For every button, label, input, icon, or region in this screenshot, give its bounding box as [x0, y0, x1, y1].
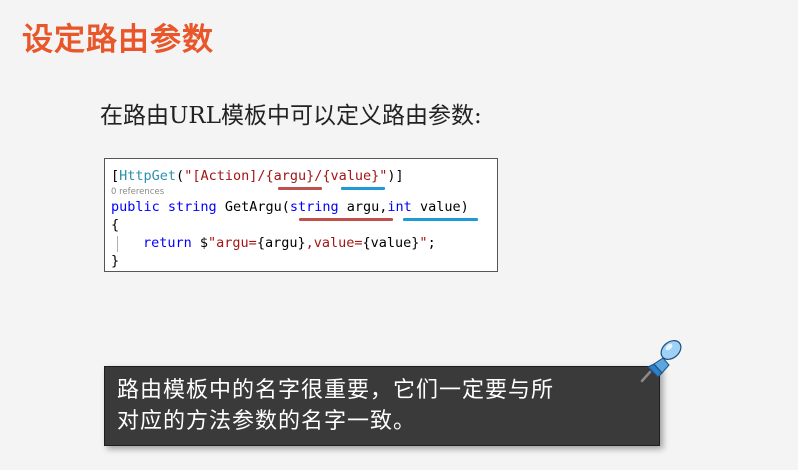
- code-token-str1: "argu=: [208, 235, 257, 251]
- code-token-param2-name: value): [411, 199, 469, 215]
- underline-route-value: [341, 187, 385, 190]
- code-token-bracket: [: [111, 168, 120, 184]
- underline-param-value: [403, 218, 478, 221]
- pushpin-icon: [640, 340, 682, 383]
- callout-note-line-1: 路由模板中的名字很重要，它们一定要与所: [117, 378, 555, 403]
- code-token-public: public: [111, 199, 160, 215]
- code-token-param1-name: argu,: [338, 199, 388, 215]
- callout-note: 路由模板中的名字很重要，它们一定要与所 对应的方法参数的名字一致。: [104, 366, 660, 446]
- code-token-paren-close: )]: [387, 168, 404, 184]
- code-token-return-type: string: [167, 199, 217, 215]
- code-brace-open: {: [111, 217, 120, 233]
- indent-guide: [117, 236, 118, 252]
- code-token-interp-argu: {argu}: [256, 235, 306, 251]
- code-brace-close: }: [111, 253, 120, 269]
- code-token-interp-value: {value}: [362, 235, 420, 251]
- code-token-param2-type: int: [387, 199, 412, 215]
- code-token-attribute: HttpGet: [119, 168, 177, 184]
- code-references-lens[interactable]: 0 references: [111, 187, 164, 197]
- code-token-dollar: $: [191, 235, 209, 251]
- code-line-return: return $"argu={argu},value={value}";: [143, 235, 436, 252]
- code-token-param1-type: string: [289, 199, 339, 215]
- code-line-attribute: [HttpGet("[Action]/{argu}/{value}")]: [111, 168, 404, 185]
- code-token-route-string: "[Action]/{argu}/{value}": [184, 168, 388, 184]
- code-token-str2: ,value=: [305, 235, 363, 251]
- callout-note-line-2: 对应的方法参数的名字一致。: [117, 409, 417, 434]
- code-snippet: [HttpGet("[Action]/{argu}/{value}")] 0 r…: [104, 158, 498, 272]
- code-token-semicolon: ;: [427, 235, 436, 251]
- underline-route-argu: [278, 187, 322, 190]
- code-token-method-name: GetArgu(: [216, 199, 290, 215]
- code-token-paren: (: [176, 168, 185, 184]
- underline-param-argu: [299, 218, 393, 221]
- code-token-return: return: [143, 235, 192, 251]
- code-token-str3: ": [419, 235, 428, 251]
- code-line-method-signature: public string GetArgu(string argu,int va…: [111, 199, 469, 216]
- slide-title: 设定路由参数: [22, 22, 214, 58]
- slide-subtitle: 在路由URL模板中可以定义路由参数:: [100, 103, 482, 129]
